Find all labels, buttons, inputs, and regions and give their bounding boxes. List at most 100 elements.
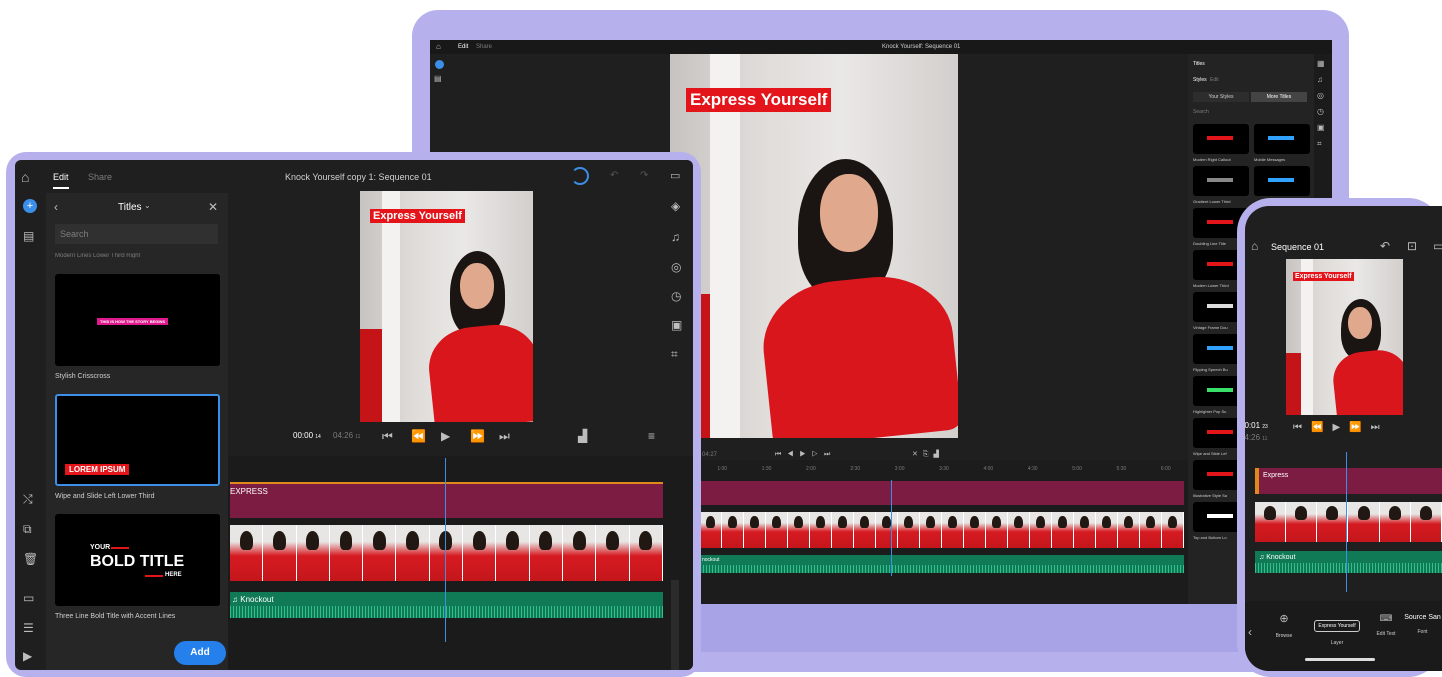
laptop-video-preview[interactable]: Express Yourself [670, 54, 958, 438]
tablet-jump-start-icon[interactable]: ⏮ [382, 430, 393, 442]
laptop-audio-clip[interactable]: nockout [700, 555, 1184, 573]
laptop-title-overlay[interactable]: Express Yourself [686, 88, 832, 112]
phone-comment-icon[interactable]: ▭ [1433, 240, 1442, 252]
phone-back-icon[interactable]: ‹ [1248, 626, 1252, 638]
laptop-tab-share[interactable]: Share [476, 44, 492, 50]
phone-export-icon[interactable]: ⊡ [1407, 240, 1417, 252]
tablet-comment-icon[interactable]: ▭ [670, 171, 680, 182]
laptop-speed-icon[interactable]: ◷ [1317, 108, 1324, 116]
laptop-tab-edit[interactable]: Edit [458, 44, 468, 50]
tablet-tab-share[interactable]: Share [88, 172, 112, 182]
phone-audio-clip[interactable]: ♫ Knockout [1255, 551, 1442, 573]
phone-undo-icon[interactable]: ↶ [1380, 240, 1390, 252]
laptop-video-clip[interactable] [700, 512, 1184, 548]
laptop-add-icon[interactable] [435, 60, 444, 69]
tablet-crop-icon[interactable]: ⌗ [671, 348, 678, 360]
phone-tool-edit-text[interactable]: ⌨ Edit Text [1371, 614, 1401, 644]
tablet-delete-icon[interactable]: 🗑 [23, 553, 38, 565]
phone-video-clip[interactable] [1255, 502, 1442, 542]
laptop-titles-icon[interactable]: ▦ [1317, 60, 1325, 68]
tablet-transform-icon[interactable]: ▣ [671, 319, 682, 331]
clip-thumbnail [263, 525, 297, 581]
tablet-step-back-icon[interactable]: ⏪ [411, 430, 426, 442]
tablet-timeline-icon[interactable]: ▭ [23, 592, 34, 604]
laptop-title-tile[interactable] [1193, 124, 1249, 154]
tablet-tile-stylish-crisscross[interactable]: THIS IS HOW THE STORY BEGINS [55, 274, 220, 366]
laptop-title-clip[interactable] [700, 481, 1184, 505]
tablet-tracks-icon[interactable]: ☰ [23, 622, 34, 634]
tablet-speed-icon[interactable]: ◷ [671, 290, 681, 302]
clip-thumbnail [1286, 502, 1318, 542]
laptop-search-input[interactable]: Search [1193, 109, 1209, 115]
tablet-tile-wipe-slide[interactable]: LOREM IPSUM [55, 394, 220, 486]
phone-playhead[interactable] [1346, 452, 1347, 592]
laptop-transport-controls[interactable]: ⏮◀▶▷⏭ [775, 451, 836, 458]
tablet-add-button[interactable]: Add [174, 641, 226, 665]
tablet-panel-close-icon[interactable]: ✕ [208, 201, 218, 213]
tablet-video-clip[interactable] [230, 525, 663, 581]
clip-thumbnail [766, 512, 788, 548]
phone-transport-controls[interactable]: ⏮⏪▶⏩⏭ [1293, 423, 1389, 433]
tablet-search-input[interactable]: Search [55, 224, 218, 244]
clip-thumbnail [1379, 502, 1411, 542]
phone-tool-layer[interactable]: Express Yourself Layer [1307, 614, 1367, 646]
tablet-undo-icon[interactable]: ↶ [610, 171, 618, 181]
phone-tool-font[interactable]: Source San Font [1403, 614, 1442, 644]
tile-preview-text: LOREM IPSUM [65, 464, 130, 475]
laptop-more-titles-button[interactable]: More Titles [1251, 92, 1307, 102]
clip-thumbnail [1348, 502, 1380, 542]
tablet-scrollbar[interactable] [671, 580, 679, 670]
phone-title-clip[interactable]: Express [1255, 468, 1442, 494]
ruler-tick: 3:00 [894, 466, 905, 472]
laptop-media-icon[interactable]: ▤ [434, 75, 442, 83]
tablet-video-preview[interactable]: Express Yourself [360, 191, 533, 422]
laptop-panel-tab-edit[interactable]: Edit [1210, 77, 1219, 83]
tablet-panel-title[interactable]: Titles [118, 202, 142, 213]
tablet-title-overlay[interactable]: Express Yourself [370, 209, 465, 223]
tablet-add-icon[interactable]: + [23, 199, 37, 213]
phone-tool-browse[interactable]: ⊕ Browse [1269, 614, 1299, 644]
clip-thumbnail [329, 525, 364, 581]
tablet-redo-icon[interactable]: ↷ [640, 171, 648, 181]
phone-title-overlay[interactable]: Express Yourself [1293, 272, 1354, 281]
tablet-home-icon[interactable]: ⌂ [21, 170, 29, 184]
clip-thumbnail [230, 525, 264, 581]
tablet-title-clip[interactable]: EXPRESS [230, 482, 663, 518]
laptop-playhead[interactable] [891, 480, 892, 576]
tablet-audio-icon[interactable]: ♫ [671, 231, 680, 243]
tablet-playhead[interactable] [445, 458, 446, 642]
laptop-color-icon[interactable]: ◎ [1317, 92, 1324, 100]
tablet-color-icon[interactable]: ◎ [671, 261, 681, 273]
laptop-title-tile[interactable] [1193, 166, 1249, 196]
clip-thumbnail [1140, 512, 1162, 548]
home-icon[interactable]: ⌂ [436, 43, 441, 51]
clip-thumbnail [596, 525, 630, 581]
tablet-audio-clip[interactable]: ♫ Knockout [230, 592, 663, 618]
tablet-play-icon[interactable]: ▶ [441, 430, 450, 442]
tablet-back-icon[interactable]: ‹ [54, 201, 58, 213]
laptop-title-tile[interactable] [1254, 166, 1310, 196]
laptop-crop-icon[interactable]: ⌗ [1317, 140, 1322, 148]
clip-thumbnail [964, 512, 986, 548]
phone-video-preview[interactable]: Express Yourself [1286, 259, 1403, 415]
laptop-title-tile[interactable] [1254, 124, 1310, 154]
tablet-duplicate-icon[interactable]: ⧉ [23, 523, 32, 535]
tablet-tab-edit[interactable]: Edit [53, 172, 69, 182]
tablet-audio-rail-icon[interactable]: ▶ [23, 650, 32, 662]
laptop-audio-icon[interactable]: ♫ [1317, 76, 1323, 84]
tablet-media-icon[interactable]: ▤ [23, 230, 34, 242]
tablet-titles-icon[interactable]: ◈ [671, 200, 680, 212]
laptop-tools-icons[interactable]: ✕⎘▟ [912, 451, 944, 458]
laptop-transform-icon[interactable]: ▣ [1317, 124, 1325, 132]
tablet-split-icon[interactable]: ⤭ [23, 493, 33, 505]
tablet-tile-three-line-bold[interactable]: YOUR BOLD TITLE HERE [55, 514, 220, 606]
phone-home-icon[interactable]: ⌂ [1251, 240, 1258, 252]
phone-tool-label: Edit Text [1376, 631, 1396, 637]
laptop-panel-tab-styles[interactable]: Styles [1193, 77, 1207, 83]
tablet-jump-end-icon[interactable]: ⏭ [499, 430, 510, 442]
tablet-levels-icon[interactable]: ▟ [578, 430, 587, 442]
laptop-your-styles-button[interactable]: Your Styles [1193, 92, 1249, 102]
tablet-menu-icon[interactable]: ≡ [648, 430, 655, 442]
tablet-panel-dropdown-icon[interactable]: ⌄ [144, 202, 151, 210]
tablet-step-forward-icon[interactable]: ⏩ [470, 430, 485, 442]
